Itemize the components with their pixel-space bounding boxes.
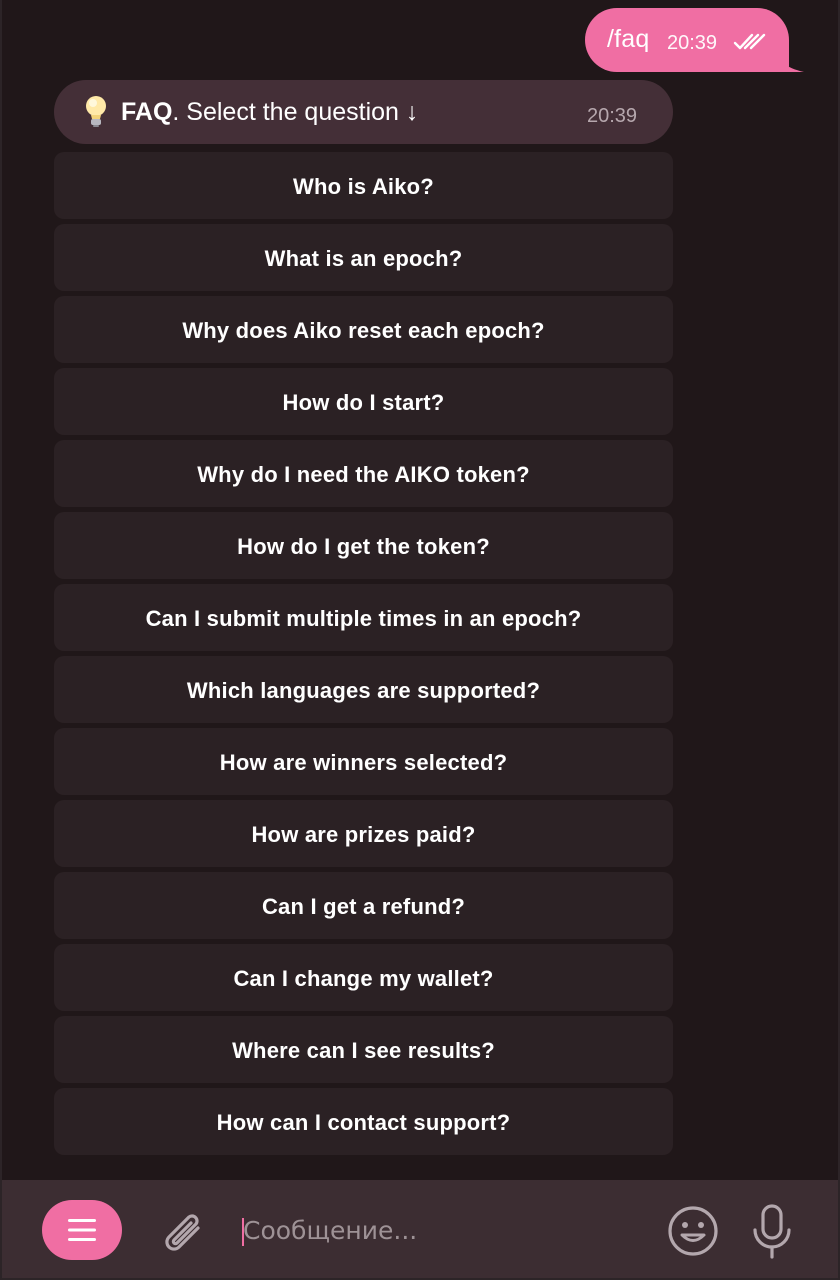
faq-button-results[interactable]: Where can I see results? — [54, 1016, 673, 1083]
outgoing-message[interactable]: /faq 20:39 — [585, 8, 789, 72]
faq-button-why-token[interactable]: Why do I need the AIKO token? — [54, 440, 673, 507]
inline-keyboard: Who is Aiko? What is an epoch? Why does … — [54, 152, 673, 1160]
faq-button-change-wallet[interactable]: Can I change my wallet? — [54, 944, 673, 1011]
faq-button-what-is-epoch[interactable]: What is an epoch? — [54, 224, 673, 291]
faq-button-support[interactable]: How can I contact support? — [54, 1088, 673, 1155]
incoming-message[interactable]: FAQ. Select the question ↓ 20:39 — [54, 80, 673, 144]
faq-button-prizes[interactable]: How are prizes paid? — [54, 800, 673, 867]
faq-button-languages[interactable]: Which languages are supported? — [54, 656, 673, 723]
paperclip-icon[interactable] — [158, 1204, 208, 1258]
microphone-icon[interactable] — [752, 1204, 792, 1260]
faq-button-why-reset[interactable]: Why does Aiko reset each epoch? — [54, 296, 673, 363]
message-input[interactable]: Сообщение... — [243, 1216, 417, 1245]
smiley-icon[interactable] — [666, 1204, 720, 1258]
message-time: 20:39 — [587, 105, 638, 127]
faq-label: FAQ — [121, 98, 173, 126]
faq-button-how-start[interactable]: How do I start? — [54, 368, 673, 435]
message-composer: Сообщение... — [0, 1180, 840, 1280]
menu-icon — [68, 1219, 96, 1241]
faq-prompt: . Select the question ↓ — [172, 98, 419, 126]
faq-button-who-is-aiko[interactable]: Who is Aiko? — [54, 152, 673, 219]
message-text: FAQ. Select the question ↓ — [121, 98, 418, 127]
double-check-icon — [733, 33, 766, 50]
faq-button-multiple-submits[interactable]: Can I submit multiple times in an epoch? — [54, 584, 673, 651]
menu-button[interactable] — [42, 1200, 122, 1260]
lightbulb-icon — [86, 96, 106, 127]
message-text: /faq — [607, 25, 650, 53]
faq-button-refund[interactable]: Can I get a refund? — [54, 872, 673, 939]
message-time: 20:39 — [667, 32, 718, 54]
faq-button-get-token[interactable]: How do I get the token? — [54, 512, 673, 579]
faq-button-winners[interactable]: How are winners selected? — [54, 728, 673, 795]
chat-area: /faq 20:39 FAQ. Select the question ↓ 20… — [0, 0, 840, 1180]
